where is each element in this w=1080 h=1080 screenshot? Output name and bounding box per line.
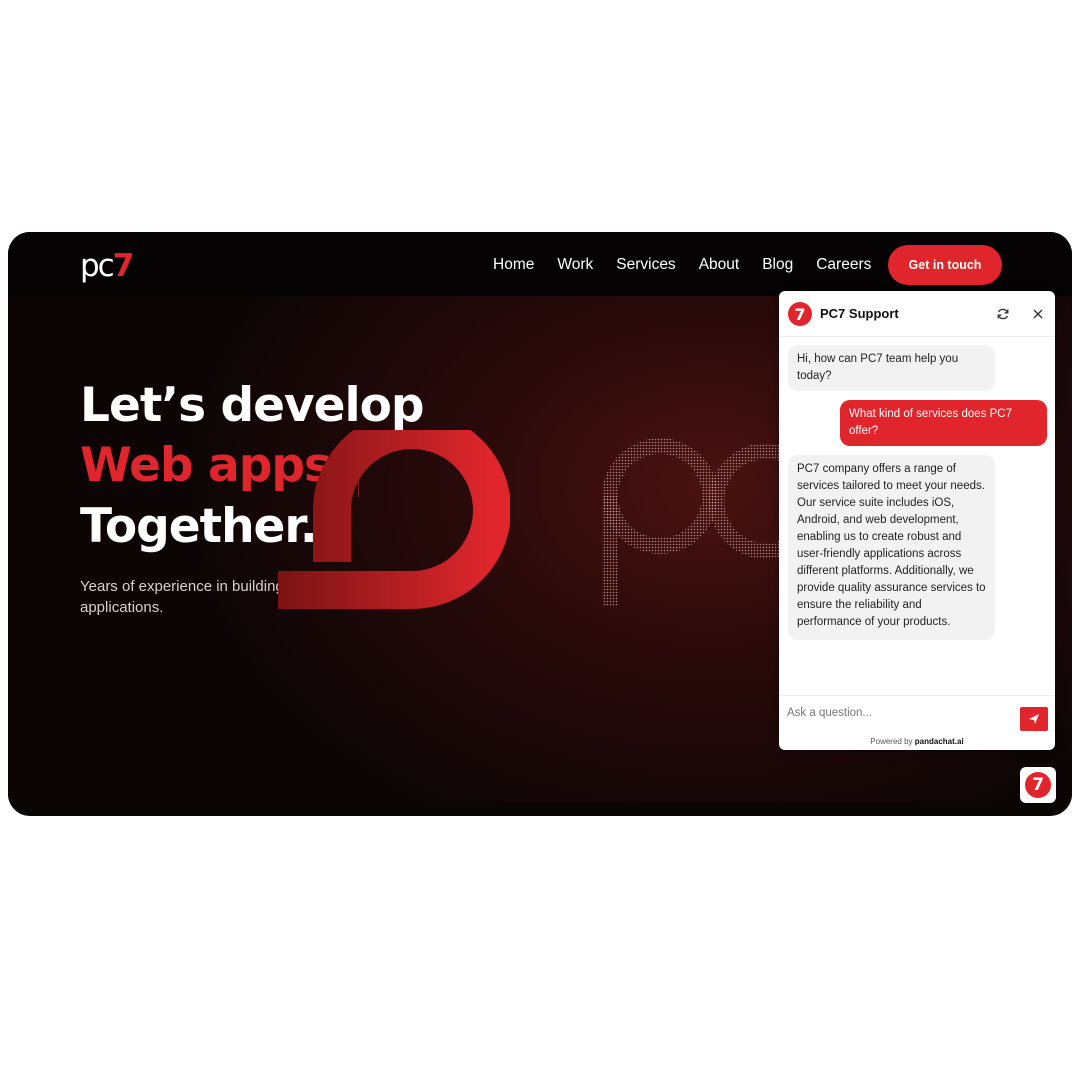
get-in-touch-button[interactable]: Get in touch <box>888 245 1002 285</box>
close-icon[interactable] <box>1030 306 1046 322</box>
chat-widget: 7 PC7 Support Hi, how can PC7 team help … <box>779 291 1055 750</box>
pc7-logo[interactable]: pc7 <box>80 248 135 284</box>
chat-message-bot: PC7 company offers a range of services t… <box>788 455 995 640</box>
chat-header: 7 PC7 Support <box>779 291 1055 337</box>
nav-links: Home Work Services About Blog Careers <box>493 256 894 274</box>
powered-prefix: Powered by <box>870 737 913 746</box>
headline-line-1: Let’s develop <box>80 378 425 433</box>
nav-link-blog[interactable]: Blog <box>762 256 793 274</box>
logo-seven: 7 <box>112 248 135 284</box>
chat-question-input[interactable] <box>787 700 1011 726</box>
nav-link-about[interactable]: About <box>699 256 740 274</box>
nav-link-home[interactable]: Home <box>493 256 534 274</box>
send-icon <box>1029 714 1039 724</box>
chat-message-user: What kind of services does PC7 offer? <box>840 400 1047 446</box>
chat-launcher-button[interactable]: 7 <box>1020 767 1056 803</box>
chat-title: PC7 Support <box>820 306 899 321</box>
chat-input-row <box>779 695 1055 727</box>
powered-brand[interactable]: pandachat.ai <box>915 737 964 746</box>
background-pc-logo-icon <box>602 438 788 606</box>
nav-link-careers[interactable]: Careers <box>816 256 871 274</box>
logo-text: pc <box>80 248 115 284</box>
powered-by: Powered by pandachat.ai <box>779 737 1055 746</box>
nav-link-work[interactable]: Work <box>557 256 593 274</box>
launcher-logo-icon: 7 <box>1025 772 1051 798</box>
send-button[interactable] <box>1020 707 1048 731</box>
navbar: pc7 Home Work Services About Blog Career… <box>8 232 1072 296</box>
decorative-swoosh-icon <box>278 430 510 609</box>
chat-avatar: 7 <box>788 302 812 326</box>
chat-message-bot: Hi, how can PC7 team help you today? <box>788 345 995 391</box>
nav-link-services[interactable]: Services <box>616 256 675 274</box>
refresh-icon[interactable] <box>995 306 1011 322</box>
